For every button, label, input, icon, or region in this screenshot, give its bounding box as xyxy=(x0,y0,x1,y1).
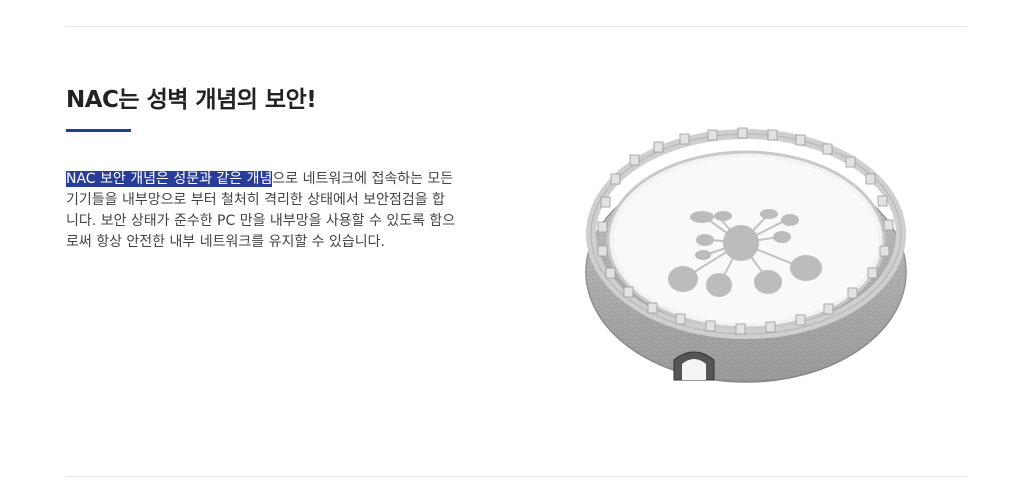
section-description: NAC 보안 개념은 성문과 같은 개념으로 네트워크에 접속하는 모든 기기들… xyxy=(66,169,456,253)
section-title: NAC는 성벽 개념의 보안! xyxy=(66,87,317,113)
fortress-wall-network-icon xyxy=(585,127,907,383)
title-accent-bar xyxy=(66,129,131,132)
description-highlight: NAC 보안 개념은 성문과 같은 개념 xyxy=(66,171,273,187)
bottom-divider xyxy=(66,476,967,477)
top-divider xyxy=(66,26,967,27)
